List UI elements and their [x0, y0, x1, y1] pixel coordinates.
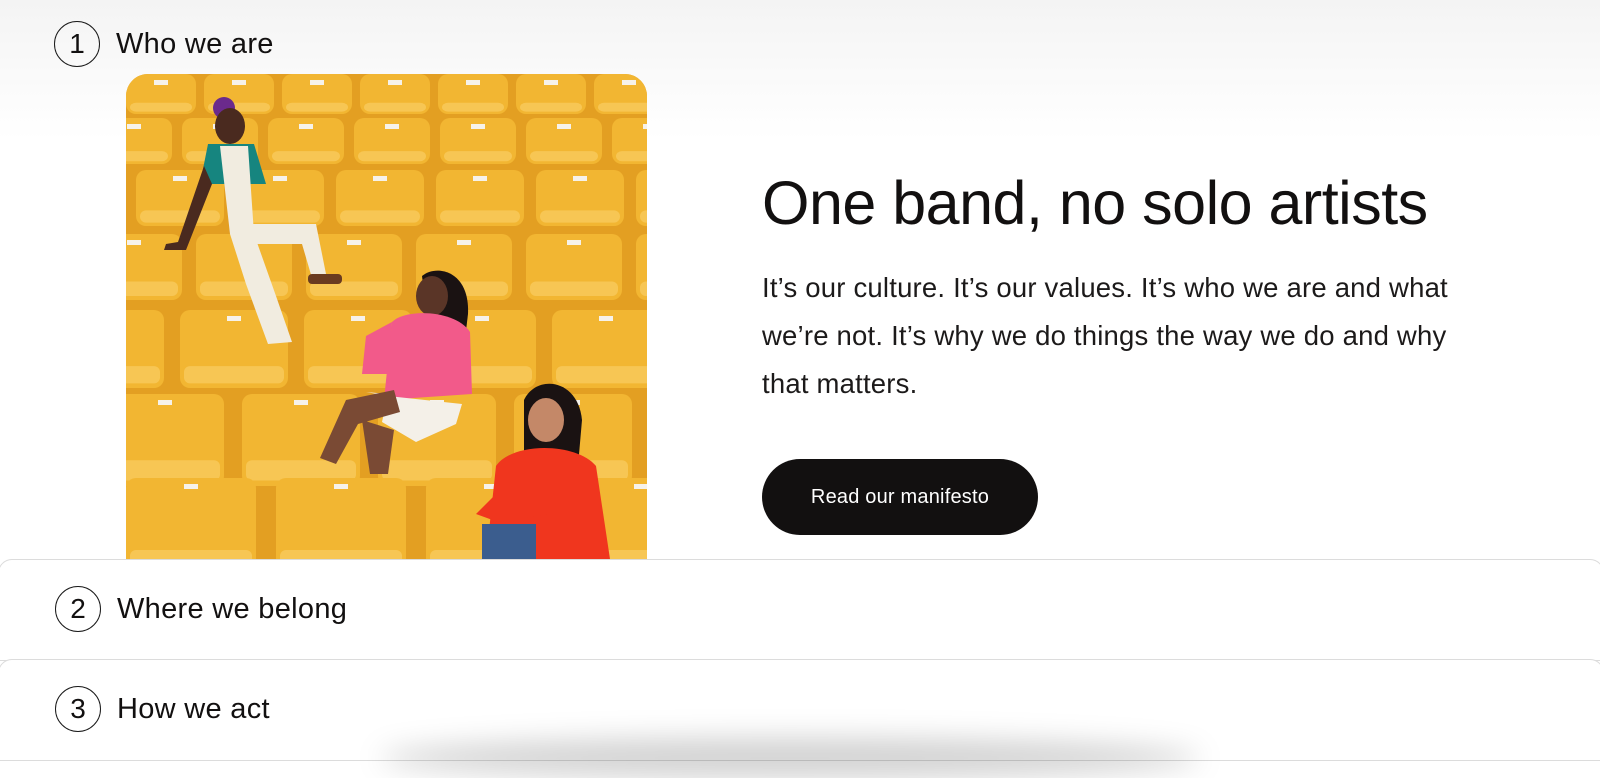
stadium-seat-cushion — [140, 210, 220, 223]
stadium-seat-cushion — [126, 366, 160, 384]
stadium-seat-cushion — [444, 151, 512, 162]
seat-number-plate — [173, 176, 187, 181]
stadium-seat-cushion — [616, 151, 647, 162]
seat-number-plate — [310, 80, 324, 85]
seat-number-plate — [351, 316, 365, 321]
stadium-seat-cushion — [364, 102, 426, 112]
stadium-seat-cushion — [272, 151, 340, 162]
section-number-badge: 2 — [55, 586, 101, 632]
section-number-badge: 3 — [55, 686, 101, 732]
seat-number-plate — [471, 124, 485, 129]
section-title: Who we are — [116, 27, 274, 60]
read-manifesto-button[interactable]: Read our manifesto — [762, 459, 1038, 535]
stadium-seat-cushion — [280, 550, 402, 559]
section-where-we-belong[interactable]: 2 Where we belong — [55, 586, 347, 632]
stadium-seat-cushion — [130, 550, 252, 559]
stadium-seat-cushion — [286, 102, 348, 112]
stadium-seat-cushion — [382, 460, 492, 481]
seat-number-plate — [347, 240, 361, 245]
section-how-we-act[interactable]: 3 How we act — [55, 686, 270, 732]
stadium-seat-cushion — [442, 102, 504, 112]
section-who-we-are[interactable]: 1 Who we are — [54, 21, 274, 67]
section-title: Where we belong — [117, 592, 348, 625]
seat-number-plate — [334, 484, 348, 489]
seat-number-plate — [127, 124, 141, 129]
team-photo — [126, 74, 647, 559]
stadium-seat-cushion — [556, 366, 647, 384]
stadium-seat-cushion — [184, 366, 284, 384]
seat-number-plate — [573, 176, 587, 181]
stadium-seat-cushion — [358, 151, 426, 162]
seat-number-plate — [227, 316, 241, 321]
seat-number-plate — [127, 240, 141, 245]
seat-number-plate — [373, 176, 387, 181]
stadium-seat-cushion — [126, 460, 220, 481]
stadium-seat — [126, 478, 256, 559]
seat-number-plate — [622, 80, 636, 85]
headline: One band, no solo artists — [762, 169, 1428, 237]
section-number-badge: 1 — [54, 21, 100, 67]
seat-number-plate — [388, 80, 402, 85]
bottom-shadow — [380, 738, 1200, 778]
stadium-seat-cushion — [540, 210, 620, 223]
seat-number-plate — [299, 124, 313, 129]
seat-number-plate — [634, 484, 647, 489]
stadium-seat-cushion — [520, 102, 582, 112]
seat-number-plate — [385, 124, 399, 129]
seat-number-plate — [294, 400, 308, 405]
seat-number-plate — [232, 80, 246, 85]
stadium-seat-cushion — [340, 210, 420, 223]
stadium-seat — [276, 478, 406, 559]
seat-number-plate — [643, 124, 647, 129]
seat-number-plate — [457, 240, 471, 245]
seat-number-plate — [544, 80, 558, 85]
seat-number-plate — [599, 316, 613, 321]
seat-number-plate — [475, 316, 489, 321]
seat-number-plate — [158, 400, 172, 405]
seat-number-plate — [473, 176, 487, 181]
stadium-seat-cushion — [598, 102, 647, 112]
seat-number-plate — [466, 80, 480, 85]
seat-number-plate — [154, 80, 168, 85]
seat-number-plate — [567, 240, 581, 245]
stadium-seat-cushion — [130, 102, 192, 112]
section-panel-where-we-belong[interactable]: 2 Where we belong — [0, 559, 1600, 661]
seat-number-plate — [273, 176, 287, 181]
stadium-seat-cushion — [530, 281, 618, 297]
stadium-seat-cushion — [126, 151, 168, 162]
seat-number-plate — [184, 484, 198, 489]
body-text: It’s our culture. It’s our values. It’s … — [762, 272, 1448, 399]
stadium-seat-cushion — [246, 460, 356, 481]
stadium-seat-cushion — [440, 210, 520, 223]
stadium-seat-cushion — [126, 281, 178, 297]
section-title: How we act — [117, 692, 270, 725]
seat-number-plate — [557, 124, 571, 129]
stadium-seat-cushion — [530, 151, 598, 162]
